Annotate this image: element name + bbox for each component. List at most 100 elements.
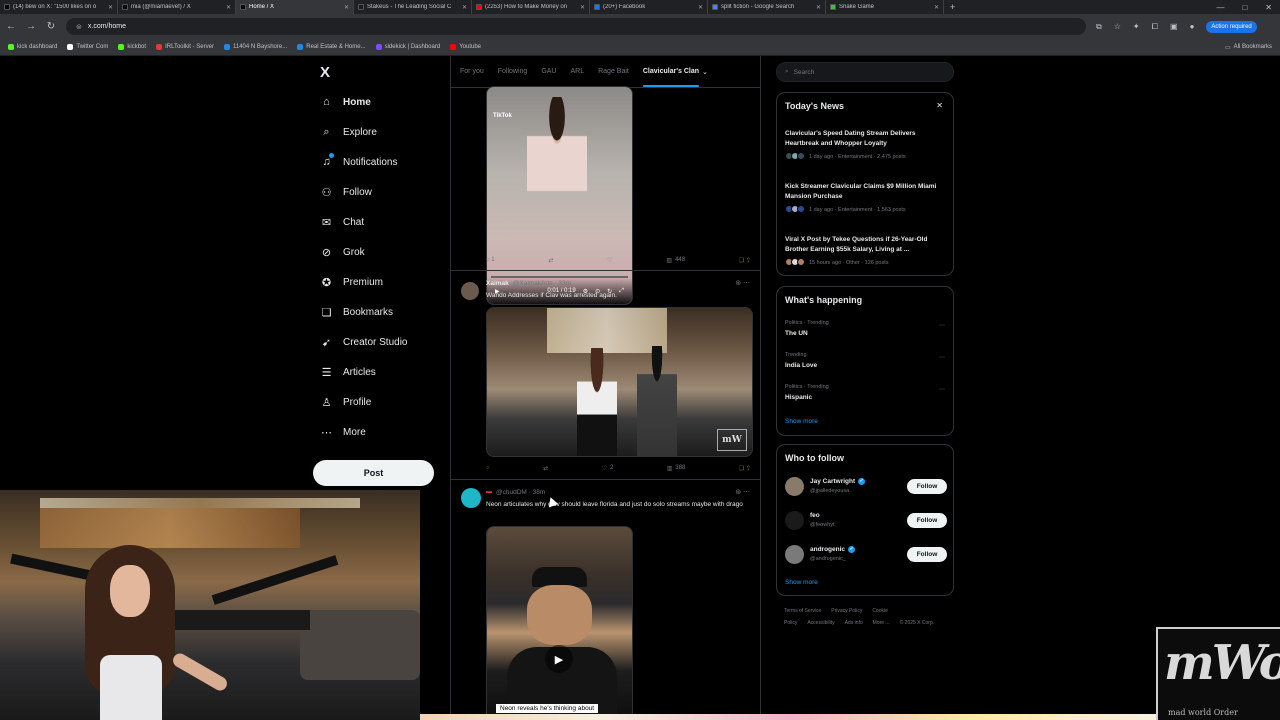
site-info-icon[interactable]: ⊜ xyxy=(76,23,82,31)
author-handle[interactable]: @XaimakArts · 33m xyxy=(513,280,571,287)
footer-link[interactable]: © 2025 X Corp. xyxy=(900,620,935,626)
browser-tab[interactable]: (14) bew on X: "1500 likes on o ✕ xyxy=(0,0,118,14)
browser-tab[interactable]: split fiction - Google Search ✕ xyxy=(708,0,826,14)
nav-item-home[interactable]: ⌂ Home xyxy=(320,96,371,108)
close-tab-icon[interactable]: ✕ xyxy=(816,4,821,11)
bookmark-item[interactable]: Youtube xyxy=(450,44,481,50)
nav-item-articles[interactable]: ☰ Articles xyxy=(320,366,376,379)
action-required-button[interactable]: Action required xyxy=(1206,20,1257,33)
timeline-tab[interactable]: GAU xyxy=(541,68,556,75)
more-options-icon[interactable]: ⊛ ⋯ xyxy=(735,279,750,287)
timeline-tab[interactable]: Following xyxy=(498,68,528,75)
avatar[interactable] xyxy=(785,511,804,530)
nav-item-premium[interactable]: ✪ Premium xyxy=(320,276,383,289)
views-count[interactable]: ▥ 448 xyxy=(666,257,685,264)
timeline-tab[interactable]: ARL xyxy=(570,68,584,75)
reload-icon[interactable]: ↻ xyxy=(46,21,56,32)
nav-item-grok[interactable]: ⊘ Grok xyxy=(320,246,365,259)
follow-button[interactable]: Follow xyxy=(907,513,947,528)
close-tab-icon[interactable]: ✕ xyxy=(698,4,703,11)
play-icon[interactable]: ▶ xyxy=(545,645,573,673)
show-more-link[interactable]: Show more xyxy=(785,579,818,586)
reply-icon[interactable]: ○ xyxy=(486,465,490,472)
back-icon[interactable]: ← xyxy=(6,21,16,32)
timeline-tab[interactable]: Rage Bait xyxy=(598,68,629,75)
browser-tab[interactable]: Snake Game ✕ xyxy=(826,0,944,14)
bookmark-share-icons[interactable]: ❏ ⇪ xyxy=(739,257,751,264)
star-icon[interactable]: ☆ xyxy=(1114,22,1121,31)
news-headline[interactable]: Clavicular's Speed Dating Stream Deliver… xyxy=(785,129,947,149)
news-headline[interactable]: Viral X Post by Tekee Questions if 26-Ye… xyxy=(785,235,947,255)
nav-item-explore[interactable]: ⌕ Explore xyxy=(320,126,377,139)
like-icon[interactable]: ♡ 2 xyxy=(602,465,614,472)
timeline-tab[interactable]: Clavicular's Clan xyxy=(642,68,700,87)
forward-icon[interactable]: → xyxy=(26,21,36,32)
bookmark-item[interactable]: Twitter Com xyxy=(67,44,108,50)
minimize-icon[interactable]: — xyxy=(1216,3,1224,12)
close-tab-icon[interactable]: ✕ xyxy=(462,4,467,11)
trend-name[interactable]: India Love xyxy=(785,362,817,369)
footer-link[interactable]: Ads info xyxy=(845,620,863,626)
nav-item-notifications[interactable]: ♫ Notifications xyxy=(320,153,397,168)
footer-link[interactable]: Accessibility xyxy=(807,620,834,626)
post-video[interactable]: TikTok ▶ 0:01 / 0:19 ⚙ ⊙ ↻ ⤢ xyxy=(486,86,633,305)
timeline-tab[interactable]: For you xyxy=(460,68,484,75)
show-more-link[interactable]: Show more xyxy=(785,418,818,425)
reply-icon[interactable]: ○ 1 xyxy=(486,257,495,264)
search-input[interactable]: ⌕ Search xyxy=(776,62,954,82)
more-options-icon[interactable]: ⋯ xyxy=(939,354,945,361)
user-name[interactable]: androgenic ✓ xyxy=(810,546,856,553)
user-name[interactable]: feo xyxy=(810,512,820,519)
close-tab-icon[interactable]: ✕ xyxy=(580,4,585,11)
avatar[interactable] xyxy=(461,282,479,300)
avatar[interactable] xyxy=(461,488,481,508)
follow-button[interactable]: Follow xyxy=(907,547,947,562)
browser-tab[interactable]: (2253) How to Make Money on ✕ xyxy=(472,0,590,14)
puzzle-icon[interactable]: ⧠ xyxy=(1152,22,1158,32)
post-video[interactable]: mW xyxy=(486,307,753,457)
bookmark-item[interactable]: 11404 N Bayshore... xyxy=(223,44,287,50)
all-bookmarks-button[interactable]: ▭ All Bookmarks xyxy=(1225,44,1272,51)
browser-tab[interactable]: Home / X ✕ xyxy=(236,0,354,14)
browser-tab[interactable]: mia (@miamaevef) / X ✕ xyxy=(118,0,236,14)
translate-icon[interactable]: ⧉ xyxy=(1096,22,1102,32)
close-tab-icon[interactable]: ✕ xyxy=(344,4,349,11)
bookmark-item[interactable]: sidekick | Dashboard xyxy=(375,44,440,50)
sidepanel-icon[interactable]: ▣ xyxy=(1170,22,1178,31)
author-name[interactable]: Xaimak xyxy=(486,280,509,287)
browser-tab[interactable]: (20+) Facebook ✕ xyxy=(590,0,708,14)
footer-link[interactable]: More ... xyxy=(873,620,890,626)
news-headline[interactable]: Kick Streamer Clavicular Claims $9 Milli… xyxy=(785,182,947,202)
bookmark-item[interactable]: kickbot xyxy=(118,44,146,50)
nav-item-profile[interactable]: ♙ Profile xyxy=(320,396,372,409)
trend-name[interactable]: The UN xyxy=(785,330,808,337)
url-field[interactable]: ⊜ x.com/home xyxy=(66,18,1086,35)
post-video[interactable]: ▶ xyxy=(486,526,633,720)
nav-item-follow[interactable]: ⚇ Follow xyxy=(320,186,372,199)
more-options-icon[interactable]: ⋯ xyxy=(939,386,945,393)
profile-icon[interactable]: ● xyxy=(1190,22,1195,31)
close-tab-icon[interactable]: ✕ xyxy=(226,4,231,11)
chevron-down-icon[interactable]: ⌄ xyxy=(702,68,708,76)
bookmark-item[interactable]: Real Estate & Home... xyxy=(297,44,366,50)
new-tab-icon[interactable]: + xyxy=(944,2,961,12)
repost-icon[interactable]: ⇄ xyxy=(548,257,553,264)
maximize-icon[interactable]: □ xyxy=(1242,3,1247,12)
more-options-icon[interactable]: ⊛ ⋯ xyxy=(735,488,750,496)
nav-item-chat[interactable]: ✉ Chat xyxy=(320,216,364,229)
user-name[interactable]: Jay Cartwright ✓ xyxy=(810,478,866,485)
nav-item-more[interactable]: ⋯ More xyxy=(320,426,366,439)
like-icon[interactable]: ♡ xyxy=(607,257,612,264)
close-icon[interactable]: ✕ xyxy=(936,101,943,110)
nav-item-bookmarks[interactable]: ❏ Bookmarks xyxy=(320,306,393,319)
close-tab-icon[interactable]: ✕ xyxy=(934,4,939,11)
post-button[interactable]: Post xyxy=(313,460,434,486)
extension-icon[interactable]: ✦ xyxy=(1133,22,1140,31)
bookmark-item[interactable]: kick dashboard xyxy=(8,44,57,50)
close-window-icon[interactable]: ✕ xyxy=(1265,3,1272,12)
bookmark-item[interactable]: IRLToolkit - Server xyxy=(156,44,214,50)
more-options-icon[interactable]: ⋯ xyxy=(939,322,945,329)
follow-button[interactable]: Follow xyxy=(907,479,947,494)
footer-link[interactable]: Privacy Policy xyxy=(831,608,862,614)
trend-name[interactable]: Hispanic xyxy=(785,394,812,401)
